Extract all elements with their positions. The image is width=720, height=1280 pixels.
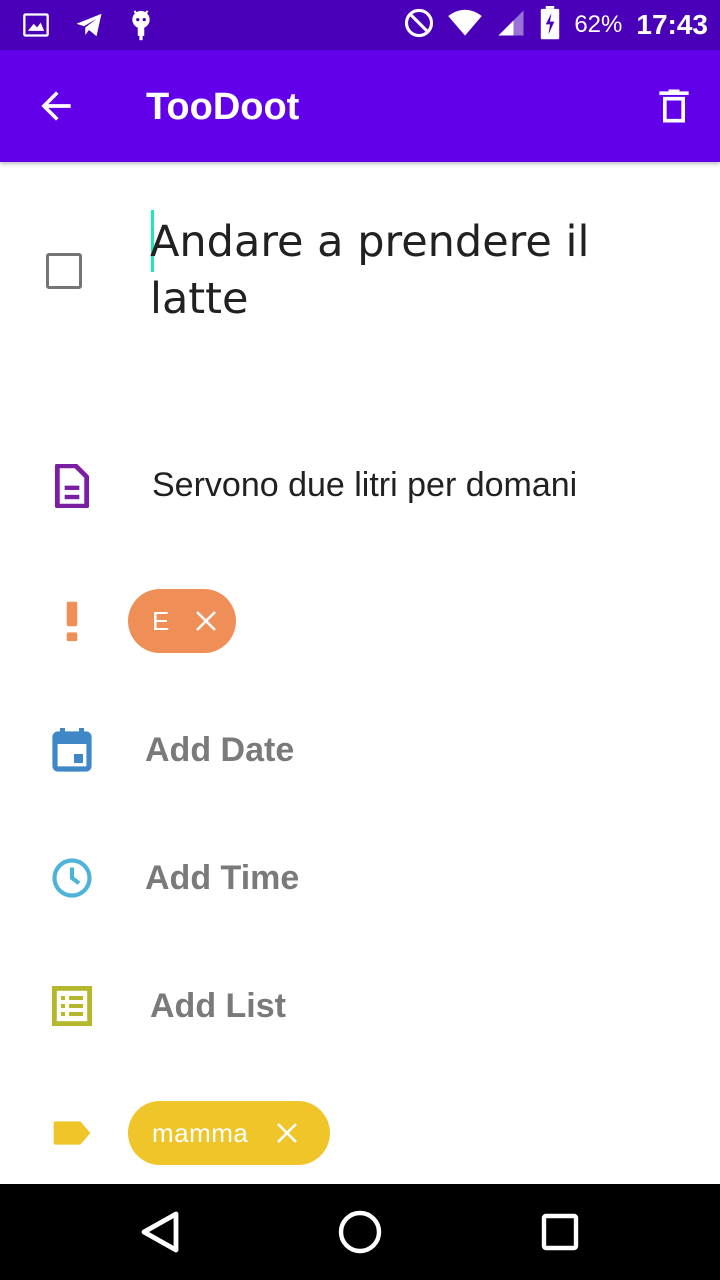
exclamation-icon	[50, 599, 94, 643]
note-icon	[50, 464, 94, 508]
battery-charging-icon	[540, 5, 560, 45]
clock-time: 17:43	[636, 9, 708, 40]
app-bar: TooDoot	[0, 50, 720, 162]
home-circle-icon[interactable]	[336, 1208, 384, 1256]
priority-chip[interactable]: E	[128, 589, 236, 653]
priority-chip-label: E	[152, 605, 170, 636]
arrow-back-icon[interactable]	[34, 84, 78, 128]
image-icon	[22, 11, 50, 44]
battery-percentage: 62%	[574, 11, 623, 38]
task-title-text: Andare a prendere il latte	[150, 217, 590, 324]
status-bar: 62% 17:43	[0, 0, 720, 50]
add-time-button[interactable]: Add Time	[145, 859, 299, 898]
label-icon	[50, 1111, 94, 1155]
close-icon[interactable]	[194, 606, 218, 636]
signal-icon	[496, 8, 526, 43]
telegram-icon	[72, 10, 106, 45]
calendar-icon	[50, 728, 94, 772]
list-icon	[50, 984, 94, 1028]
recents-square-icon[interactable]	[536, 1208, 584, 1256]
add-list-button[interactable]: Add List	[150, 987, 286, 1026]
add-date-button[interactable]: Add Date	[145, 731, 294, 770]
app-title: TooDoot	[146, 86, 300, 128]
status-bar-notifications	[22, 8, 154, 47]
note-text[interactable]: Servono due litri per domani	[152, 466, 577, 505]
android-icon	[128, 8, 154, 47]
tag-chip[interactable]: mamma	[128, 1101, 330, 1165]
wifi-icon	[448, 9, 483, 42]
clock-icon	[50, 856, 94, 900]
task-complete-checkbox[interactable]	[46, 253, 82, 289]
do-not-disturb-icon	[404, 8, 434, 43]
tag-chip-label: mamma	[152, 1117, 249, 1148]
trash-icon[interactable]	[652, 84, 696, 128]
task-title-field[interactable]: Andare a prendere il latte	[150, 214, 690, 328]
status-bar-system: 62% 17:43	[404, 5, 708, 45]
back-triangle-icon[interactable]	[136, 1208, 184, 1256]
close-icon[interactable]	[272, 1118, 302, 1148]
system-nav-bar	[0, 1184, 720, 1280]
